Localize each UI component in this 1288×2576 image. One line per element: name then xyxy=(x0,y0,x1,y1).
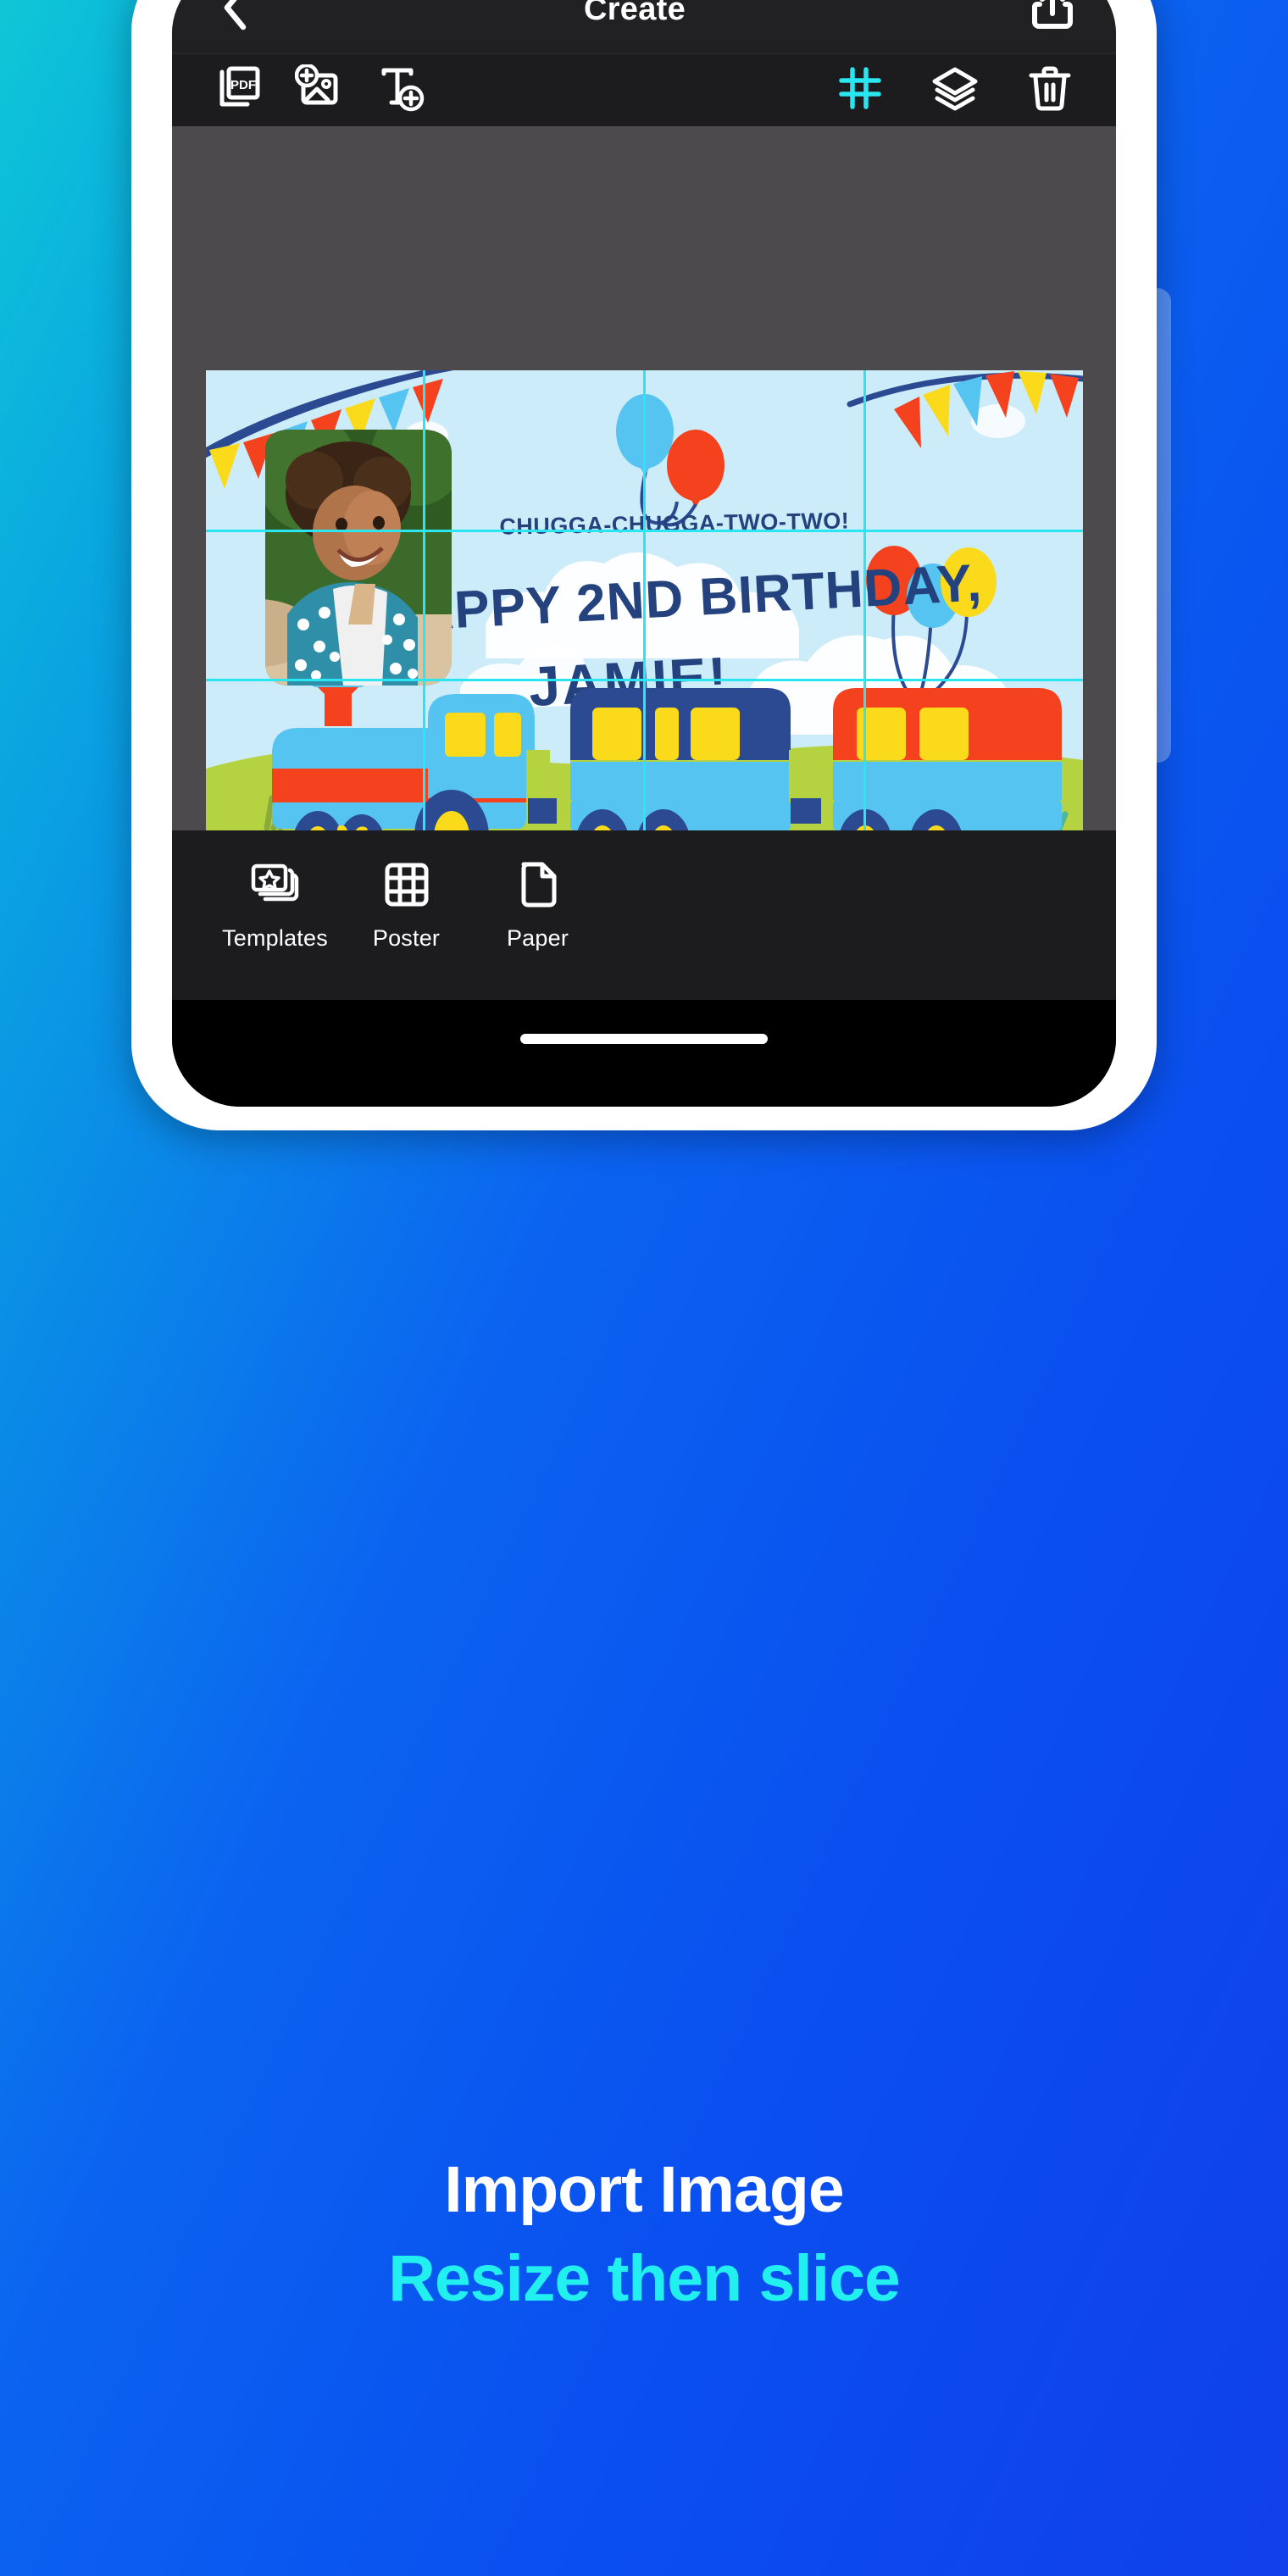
bottom-toolbar: Templates Poster Paper xyxy=(172,830,1116,1000)
app-header: Create xyxy=(172,0,1116,53)
share-button[interactable] xyxy=(1026,0,1079,36)
phone-screen: Create PDF CHUGGA-CHUGGA-TWO-TWO! HAPPY … xyxy=(172,0,1116,1107)
delete-tool-button[interactable] xyxy=(1018,61,1082,120)
grid-icon xyxy=(838,66,882,114)
editor-toolbar: PDF xyxy=(172,53,1116,126)
layers-tool-button[interactable] xyxy=(923,61,987,120)
add-text-icon xyxy=(377,64,425,116)
promo-block: Import Image Resize then slice xyxy=(0,2152,1288,2316)
home-indicator[interactable] xyxy=(520,1034,768,1044)
promo-headline: Import Image xyxy=(444,2153,844,2226)
toolbar-left-group: PDF xyxy=(206,61,433,120)
poster-tab-label: Poster xyxy=(372,925,441,951)
paper-tab[interactable]: Paper xyxy=(472,859,603,952)
app-screen: Create PDF CHUGGA-CHUGGA-TWO-TWO! HAPPY … xyxy=(172,0,1116,1107)
pdf-tool-button[interactable]: PDF xyxy=(206,61,270,120)
bottom-tab-group: Templates Poster Paper xyxy=(209,859,603,952)
templates-stack-icon xyxy=(250,859,301,910)
page-title: Create xyxy=(583,0,686,27)
canvas-work-area[interactable]: CHUGGA-CHUGGA-TWO-TWO! HAPPY 2ND BIRTHDA… xyxy=(172,126,1116,940)
paper-tab-label: Paper xyxy=(506,925,569,951)
grid-tool-button[interactable] xyxy=(828,61,892,120)
add-image-icon xyxy=(294,63,344,116)
svg-text:PDF: PDF xyxy=(230,78,256,92)
grid-3x3-icon xyxy=(383,859,430,910)
promo-subheadline: Resize then slice xyxy=(388,2241,901,2315)
layers-icon xyxy=(931,65,979,115)
add-image-tool-button[interactable] xyxy=(287,61,352,120)
templates-tab[interactable]: Templates xyxy=(209,859,341,952)
templates-tab-label: Templates xyxy=(222,925,328,951)
share-upload-icon xyxy=(1031,0,1074,35)
poster-tab[interactable]: Poster xyxy=(341,859,472,952)
paper-document-icon xyxy=(517,859,559,910)
toolbar-right-group xyxy=(828,61,1082,120)
home-indicator-area xyxy=(172,1000,1116,1107)
pdf-document-icon: PDF xyxy=(215,65,261,115)
trash-icon xyxy=(1028,64,1072,116)
add-text-tool-button[interactable] xyxy=(369,61,433,120)
